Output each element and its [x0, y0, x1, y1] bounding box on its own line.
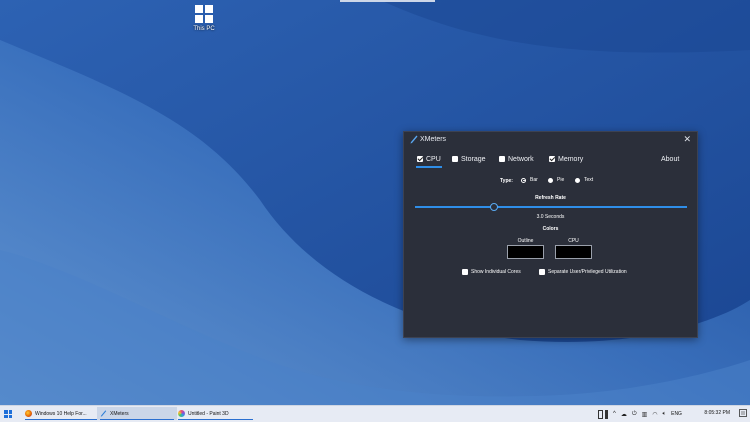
individual-cores-checkbox[interactable]	[462, 269, 468, 275]
type-label: Type:	[500, 178, 513, 184]
power-icon[interactable]: ⏻	[632, 411, 637, 418]
radio-selected-icon[interactable]	[521, 177, 526, 183]
top-edge-bar	[340, 0, 435, 2]
firefox-icon	[25, 410, 32, 417]
window-title: XMeters	[420, 136, 447, 143]
xmeters-icon	[100, 410, 107, 417]
taskbar-item-label: XMeters	[110, 410, 129, 417]
outline-color-label: Outline	[517, 238, 534, 244]
taskbar-item-paint3d[interactable]: Untitled - Paint 3D	[175, 407, 256, 420]
radio-label: Text	[584, 177, 594, 183]
paint3d-icon	[178, 410, 185, 417]
notifications-icon[interactable]	[739, 409, 747, 417]
taskbar-item-firefox[interactable]: Windows 10 Help For...	[22, 407, 100, 420]
about-link[interactable]: About	[661, 153, 679, 165]
colors-heading: Colors	[542, 226, 559, 232]
cpu-checkbox[interactable]	[417, 156, 423, 162]
refresh-rate-heading: Refresh Rate	[535, 195, 566, 201]
battery-icon[interactable]	[598, 409, 603, 419]
battery-level-icon	[605, 409, 608, 419]
memory-checkbox[interactable]	[549, 156, 555, 162]
start-button-icon[interactable]	[4, 410, 12, 418]
tab-label: CPU	[426, 155, 441, 163]
this-pc-icon	[195, 5, 213, 23]
option-label: Show Individual Cores	[471, 269, 521, 275]
this-pc-shortcut[interactable]: This PC	[186, 4, 222, 32]
xmeters-window: XMeters ✕ CPU Storage Network Memory Abo…	[403, 131, 698, 338]
language-indicator[interactable]: ENG	[671, 411, 682, 417]
option-label: Separate User/Privileged Utilization	[548, 269, 627, 275]
network-icon[interactable]: ▥	[642, 411, 648, 418]
cpu-color-label: CPU	[568, 238, 579, 244]
cloud-icon[interactable]: ☁	[621, 411, 627, 418]
about-label: About	[661, 155, 680, 163]
tab-label: Storage	[461, 155, 486, 163]
xmeters-app-icon	[410, 135, 418, 144]
refresh-rate-value: 3.0 Seconds	[536, 214, 565, 220]
close-icon[interactable]: ✕	[683, 134, 691, 144]
chevron-up-icon[interactable]: ^	[613, 411, 616, 417]
taskbar-item-label: Windows 10 Help For...	[35, 410, 87, 417]
tab-network[interactable]: Network	[499, 153, 534, 165]
type-selector: Type: Bar Pie Text	[404, 177, 697, 187]
type-option-text[interactable]: Text	[575, 177, 593, 183]
taskbar-item-xmeters[interactable]: XMeters	[97, 407, 177, 420]
radio-icon[interactable]	[575, 177, 580, 183]
outline-color-swatch[interactable]	[507, 245, 544, 259]
radio-label: Bar	[530, 177, 538, 183]
separate-utilization-option[interactable]: Separate User/Privileged Utilization	[539, 269, 627, 275]
slider-thumb[interactable]	[489, 203, 498, 211]
system-tray: ^ ☁ ⏻ ▥ ◠ 🔈︎ ENG	[598, 408, 682, 420]
show-individual-cores-option[interactable]: Show Individual Cores	[462, 269, 521, 275]
refresh-rate-slider[interactable]	[415, 206, 687, 208]
volume-icon[interactable]: 🔈︎	[663, 411, 667, 418]
radio-icon[interactable]	[548, 177, 553, 183]
tab-bar: CPU Storage Network Memory About	[411, 153, 689, 168]
taskbar: Windows 10 Help For... XMeters Untitled …	[0, 405, 750, 422]
tab-memory[interactable]: Memory	[549, 153, 583, 165]
wifi-icon[interactable]: ◠	[652, 411, 657, 418]
tab-label: Memory	[558, 155, 584, 163]
network-checkbox[interactable]	[499, 156, 505, 162]
separate-utilization-checkbox[interactable]	[539, 269, 545, 275]
tab-label: Network	[508, 155, 534, 163]
tab-cpu[interactable]: CPU	[416, 153, 442, 168]
taskbar-item-label: Untitled - Paint 3D	[188, 410, 229, 417]
type-option-bar[interactable]: Bar	[521, 177, 538, 183]
type-option-pie[interactable]: Pie	[548, 177, 564, 183]
clock[interactable]: 8:05:32 PM	[704, 410, 730, 416]
tab-storage[interactable]: Storage	[452, 153, 486, 165]
storage-checkbox[interactable]	[452, 156, 458, 162]
cpu-color-swatch[interactable]	[555, 245, 592, 259]
this-pc-label: This PC	[193, 26, 215, 32]
titlebar[interactable]: XMeters ✕	[404, 132, 697, 148]
radio-label: Pie	[557, 177, 565, 183]
